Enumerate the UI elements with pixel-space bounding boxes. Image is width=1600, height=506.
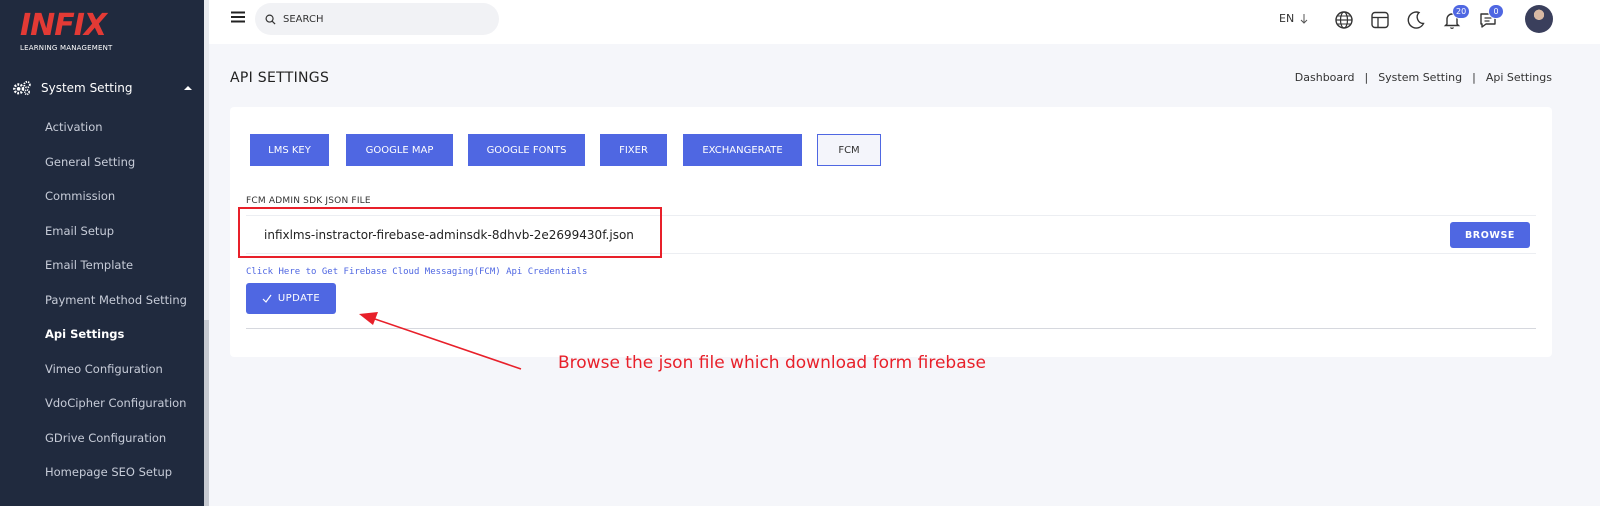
sidebar-item-email-template[interactable]: Email Template [45,248,187,283]
sidebar-item-label: Api Settings [45,327,125,342]
language-selector[interactable]: EN [1279,12,1308,25]
tab-google-fonts[interactable]: GOOGLE FONTS [468,134,585,166]
sidebar-scrollbar-thumb[interactable] [204,320,209,506]
sidebar-item-label: Payment Method Setting [45,292,187,307]
sidebar-section-system-setting[interactable]: System Setting [12,78,192,98]
sidebar-item-label: Email Setup [45,223,115,238]
sidebar: INFIX LEARNING MANAGEMENT System Setting… [0,0,204,506]
check-icon [262,294,272,303]
browse-button[interactable]: BROWSE [1450,222,1530,248]
menu-icon[interactable] [231,10,245,24]
sidebar-item-gdrive-configuration[interactable]: GDrive Configuration [45,421,187,456]
tab-fixer[interactable]: FIXER [600,134,667,166]
notification-badge: 20 [1452,4,1471,19]
search-box[interactable] [255,3,499,35]
fcm-file-label: FCM ADMIN SDK JSON FILE [246,196,371,206]
update-button[interactable]: UPDATE [246,283,336,314]
message-badge: 0 [1488,4,1504,19]
sidebar-item-homepage-seo-setup[interactable]: Homepage SEO Setup [45,455,187,490]
tab-google-map[interactable]: GOOGLE MAP [346,134,453,166]
sidebar-item-label: VdoCipher Configuration [45,396,187,411]
sidebar-item-label: Homepage SEO Setup [45,465,173,480]
top-bar: EN 20 0 [209,0,1600,44]
logo-subtitle: LEARNING MANAGEMENT [20,44,113,52]
caret-up-icon [184,86,192,90]
fcm-credentials-link[interactable]: Click Here to Get Firebase Cloud Messagi… [246,267,587,277]
sidebar-item-commission[interactable]: Commission [45,179,187,214]
sidebar-item-label: General Setting [45,154,136,169]
sidebar-item-label: Activation [45,120,103,135]
card-divider [246,328,1536,329]
search-icon [265,14,276,25]
sidebar-item-activation[interactable]: Activation [45,110,187,145]
breadcrumb-system-setting[interactable]: System Setting [1378,71,1462,84]
globe-icon[interactable] [1334,10,1354,30]
search-input[interactable] [283,13,483,25]
tab-exchangerate[interactable]: EXCHANGERATE [683,134,802,166]
tab-fcm[interactable]: FCM [817,134,881,166]
sidebar-item-vdocipher-configuration[interactable]: VdoCipher Configuration [45,386,187,421]
update-button-label: UPDATE [277,293,321,304]
sidebar-item-label: Commission [45,189,116,204]
sidebar-item-api-settings[interactable]: Api Settings [45,317,187,352]
sidebar-scrollbar[interactable] [204,0,209,506]
sidebar-item-label: GDrive Configuration [45,430,167,445]
language-code: EN [1279,12,1295,25]
layout-icon[interactable] [1370,10,1390,30]
moon-icon[interactable] [1406,10,1426,30]
breadcrumb-separator: | [1472,71,1476,84]
sidebar-item-label: Vimeo Configuration [45,361,163,376]
logo-mark: INFIX [20,8,107,43]
tab-lms-key[interactable]: LMS KEY [250,134,329,166]
sidebar-item-label: Email Template [45,258,134,273]
logo[interactable]: INFIX LEARNING MANAGEMENT [20,8,113,53]
sidebar-item-email-setup[interactable]: Email Setup [45,214,187,249]
sidebar-submenu: Activation General Setting Commission Em… [45,110,187,490]
annotation-highlight-box [238,207,662,258]
sidebar-item-general-setting[interactable]: General Setting [45,145,187,180]
gears-icon [13,80,31,96]
breadcrumb-dashboard[interactable]: Dashboard [1295,71,1355,84]
breadcrumb: Dashboard | System Setting | Api Setting… [1295,71,1552,84]
breadcrumb-separator: | [1364,71,1369,84]
breadcrumb-api-settings: Api Settings [1485,71,1552,84]
sidebar-item-vimeo-configuration[interactable]: Vimeo Configuration [45,352,187,387]
api-tabs: LMS KEY GOOGLE MAP GOOGLE FONTS FIXER EX… [250,134,881,166]
page-title: API SETTINGS [230,70,330,86]
annotation-text: Browse the json file which download form… [558,353,986,373]
user-avatar[interactable] [1525,5,1553,33]
sidebar-section-label: System Setting [41,81,133,95]
arrow-down-icon [1300,13,1308,24]
sidebar-item-payment-method-setting[interactable]: Payment Method Setting [45,283,187,318]
